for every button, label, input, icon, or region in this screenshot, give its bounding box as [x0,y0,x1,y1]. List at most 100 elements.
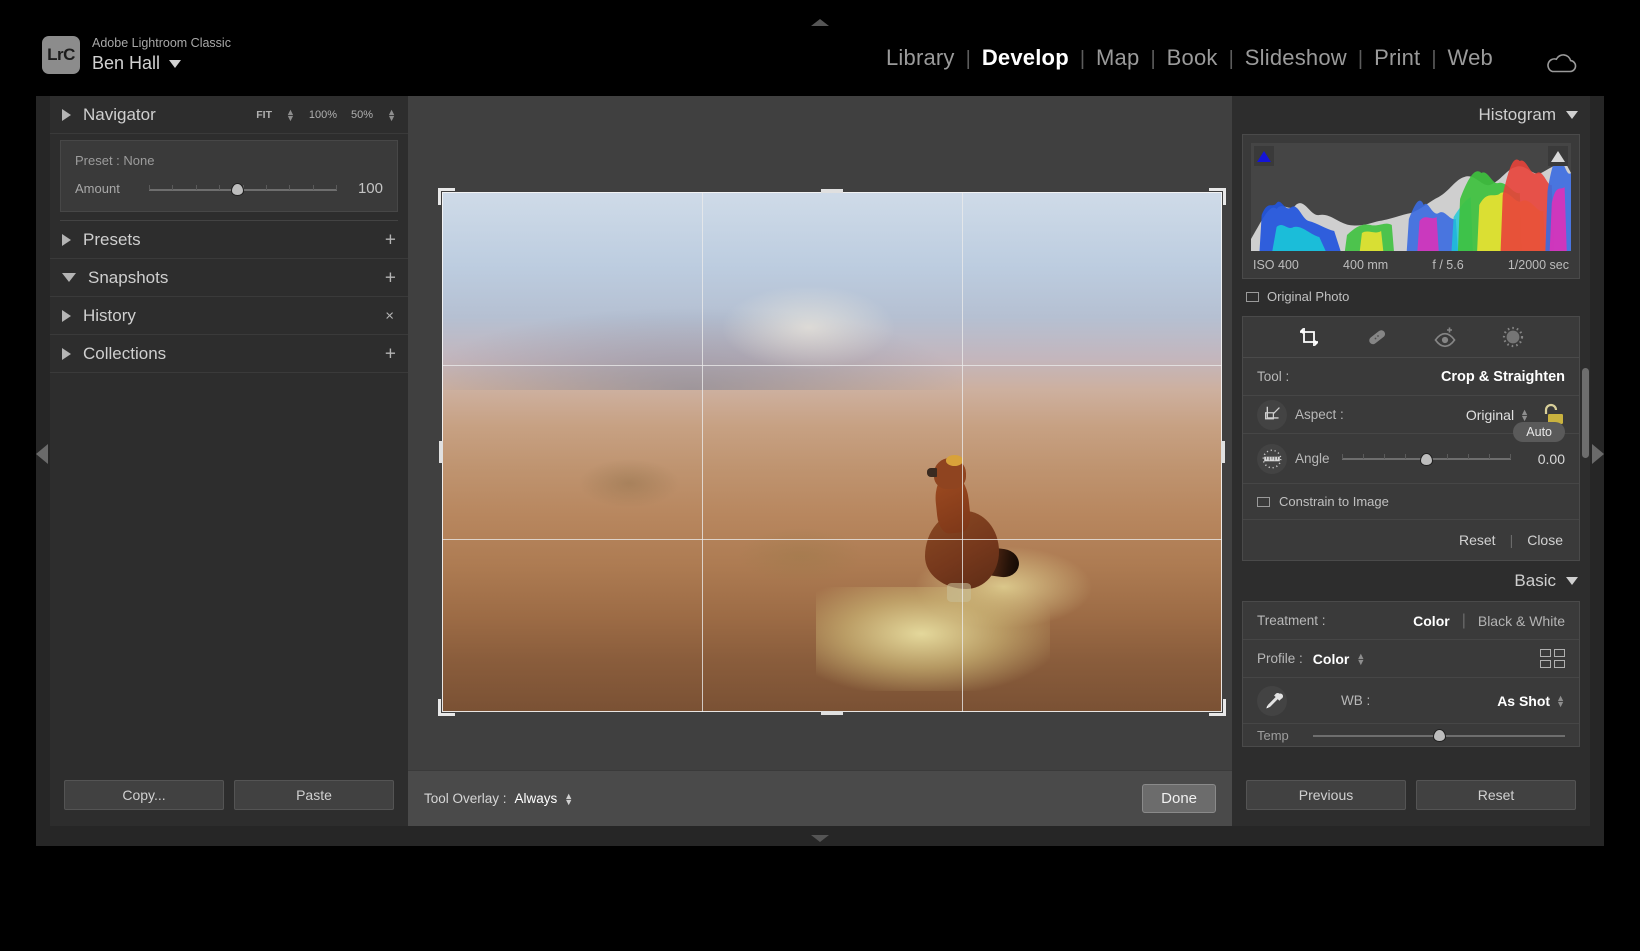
crop-straighten-tool-icon[interactable] [1297,325,1321,349]
original-photo-toggle[interactable]: Original Photo [1232,279,1590,304]
crop-handle-left[interactable] [439,441,443,463]
profile-row: Profile : Color ▲▼ [1243,640,1579,678]
module-book[interactable]: Book [1156,45,1229,71]
copy-button[interactable]: Copy... [64,780,224,810]
chevron-down-icon[interactable] [1566,111,1578,119]
crop-handle-top[interactable] [821,189,843,193]
sidebar-item-history[interactable]: History × [50,297,408,335]
history-clear-icon[interactable]: × [385,308,394,323]
crop-tool-section: Tool : Crop & Straighten Aspect : Origin… [1242,358,1580,561]
straighten-tool-icon[interactable] [1257,444,1287,474]
collections-add-icon[interactable]: + [385,344,396,363]
disclosure-triangle-icon[interactable] [62,310,71,322]
spot-removal-tool-icon[interactable] [1365,325,1389,349]
highlight-clipping-indicator[interactable] [1548,146,1568,166]
navigator-header[interactable]: Navigator FIT ▲▼ 100% 50% ▲▼ [50,96,408,134]
constrain-to-image-row[interactable]: Constrain to Image [1243,484,1579,520]
cloud-icon[interactable] [1544,54,1578,74]
zoom-100[interactable]: 100% [309,109,337,121]
amount-value[interactable]: 100 [349,180,383,197]
lightroom-window: LrC Adobe Lightroom Classic Ben Hall Lib… [36,14,1604,846]
angle-value[interactable]: 0.00 [1523,451,1565,467]
histogram-canvas[interactable] [1251,143,1571,251]
presets-title: Presets [83,230,141,250]
collapse-right-panel-arrow[interactable] [1592,444,1604,464]
reset-button[interactable]: Reset [1416,780,1576,810]
treatment-color-option[interactable]: Color [1413,613,1450,629]
previous-button[interactable]: Previous [1246,780,1406,810]
treatment-label: Treatment : [1257,613,1326,628]
previous-reset-buttons: Previous Reset [1232,780,1590,826]
photo-stage[interactable] [408,96,1232,770]
collapse-top-panel-arrow[interactable] [811,19,829,26]
chevron-down-icon[interactable] [1566,577,1578,585]
zoom-fit[interactable]: FIT [256,109,272,121]
crop-handle-bottom-left[interactable] [438,699,455,716]
crop-frame[interactable] [442,192,1222,712]
red-eye-correction-tool-icon[interactable] [1433,325,1457,349]
temp-slider-knob[interactable] [1433,729,1446,742]
crop-handle-bottom[interactable] [821,711,843,715]
tool-overlay-stepper-icon[interactable]: ▲▼ [564,793,573,805]
zoom-fit-stepper-icon[interactable]: ▲▼ [286,109,295,121]
collapse-filmstrip-arrow[interactable] [811,835,829,842]
crop-close-button[interactable]: Close [1527,532,1563,548]
wb-select[interactable]: As Shot ▲▼ [1497,693,1565,709]
auto-straighten-button[interactable]: Auto [1513,422,1565,442]
separator: | [1462,612,1466,630]
crop-reset-button[interactable]: Reset [1459,532,1496,548]
masking-tool-icon[interactable] [1501,325,1525,349]
crop-frame-tool-icon[interactable] [1257,400,1287,430]
disclosure-triangle-icon[interactable] [62,234,71,246]
sidebar-item-snapshots[interactable]: Snapshots + [50,259,408,297]
angle-slider[interactable] [1342,451,1511,467]
collapse-left-panel-arrow[interactable] [36,444,48,464]
snapshots-add-icon[interactable]: + [385,268,396,287]
basic-panel-header[interactable]: Basic [1232,561,1590,601]
tool-overlay-value[interactable]: Always [515,791,558,806]
profile-value[interactable]: Color [1313,651,1350,667]
module-web[interactable]: Web [1437,45,1504,71]
chevron-down-icon[interactable] [169,60,181,68]
disclosure-triangle-icon[interactable] [62,273,76,282]
crop-handle-top-right[interactable] [1209,188,1226,205]
original-photo-checkbox[interactable] [1246,292,1259,302]
history-title: History [83,306,136,326]
zoom-50[interactable]: 50% [351,109,373,121]
crop-handle-right[interactable] [1221,441,1225,463]
crop-grid-line-horizontal [442,365,1222,366]
module-library[interactable]: Library [875,45,966,71]
identity-plate[interactable]: Ben Hall [92,53,181,74]
done-button[interactable]: Done [1142,784,1216,813]
right-panel-scrollbar[interactable] [1582,368,1589,458]
paste-button[interactable]: Paste [234,780,394,810]
amount-slider[interactable] [149,182,337,196]
white-balance-eyedropper-icon[interactable] [1257,686,1287,716]
disclosure-triangle-icon[interactable] [62,109,71,121]
crop-grid-line-horizontal [442,539,1222,540]
profile-browser-grid-icon[interactable] [1540,649,1565,668]
navigator-zoom-levels: FIT ▲▼ 100% 50% ▲▼ [256,109,396,121]
aspect-stepper-icon[interactable]: ▲▼ [1520,409,1529,421]
treatment-black-white-option[interactable]: Black & White [1478,613,1565,629]
constrain-to-image-checkbox[interactable] [1257,497,1270,507]
temp-slider[interactable] [1313,728,1565,742]
shadow-clipping-indicator[interactable] [1254,146,1274,166]
module-develop[interactable]: Develop [971,45,1080,71]
histogram-header[interactable]: Histogram [1232,96,1590,134]
module-map[interactable]: Map [1085,45,1150,71]
crop-handle-top-left[interactable] [438,188,455,205]
disclosure-triangle-icon[interactable] [62,348,71,360]
sidebar-item-presets[interactable]: Presets + [50,221,408,259]
temp-row[interactable]: Temp [1243,724,1579,746]
crop-handle-bottom-right[interactable] [1209,699,1226,716]
presets-add-icon[interactable]: + [385,230,396,249]
zoom-50-stepper-icon[interactable]: ▲▼ [387,109,396,121]
module-print[interactable]: Print [1363,45,1431,71]
aspect-select[interactable]: Original ▲▼ [1466,407,1529,423]
sidebar-item-collections[interactable]: Collections + [50,335,408,373]
wb-stepper-icon[interactable]: ▲▼ [1556,695,1565,707]
module-slideshow[interactable]: Slideshow [1234,45,1358,71]
collections-title: Collections [83,344,166,364]
profile-stepper-icon[interactable]: ▲▼ [1356,653,1365,665]
